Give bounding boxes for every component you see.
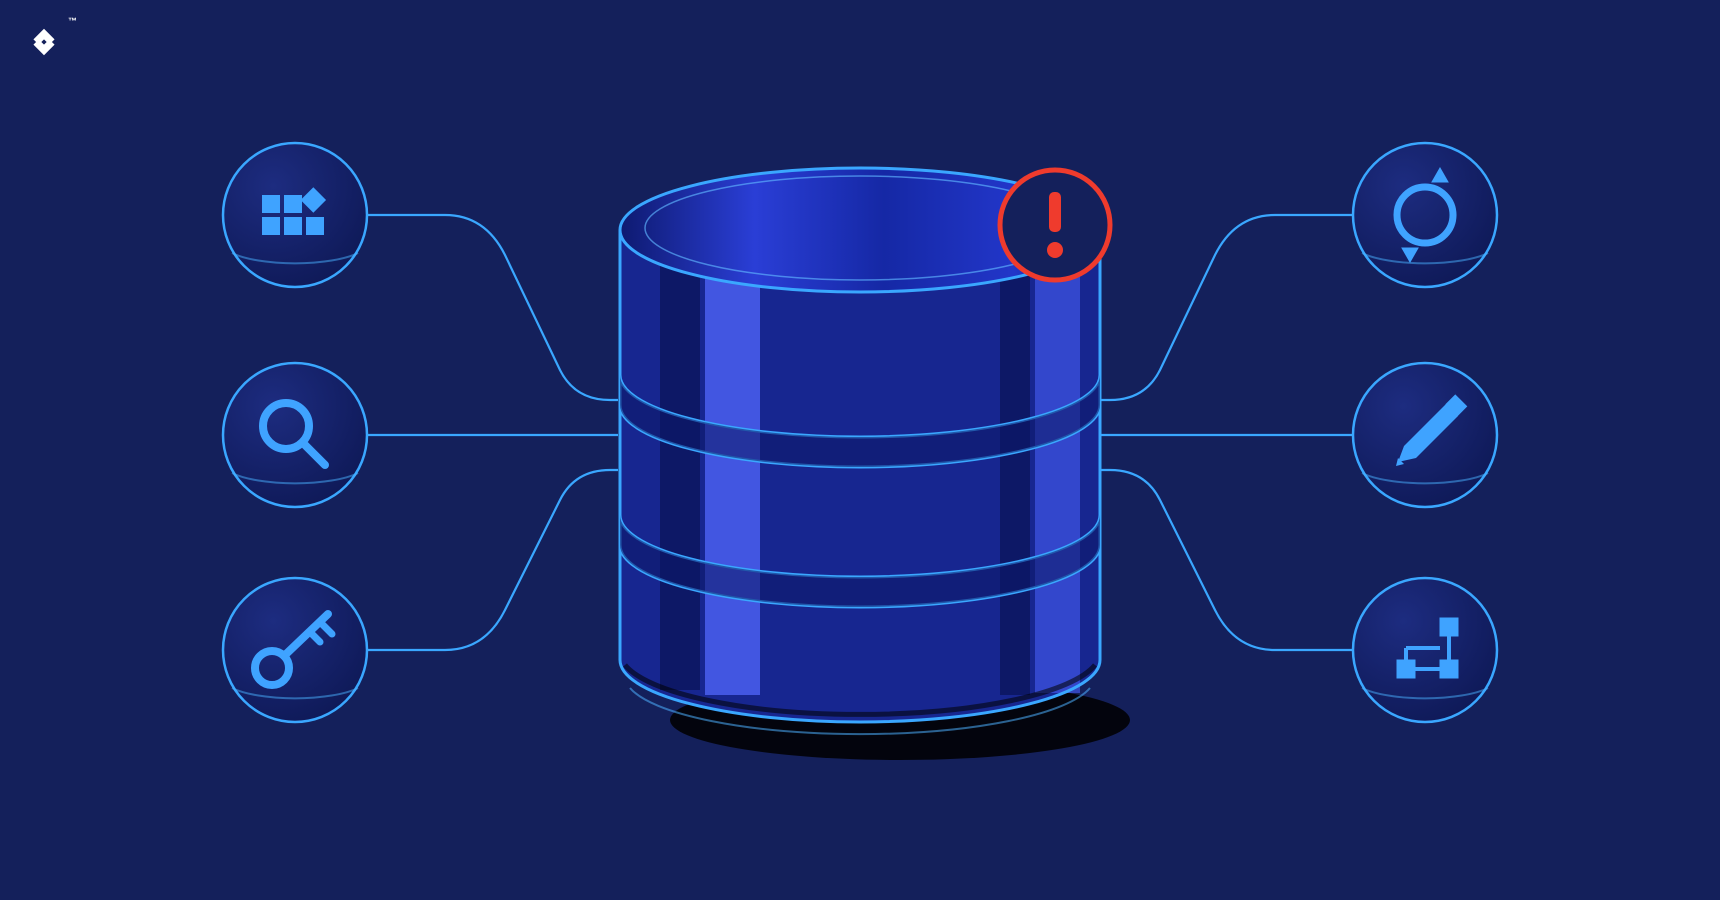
- alert-badge: [1000, 170, 1110, 280]
- icon-circle: [223, 363, 367, 507]
- icon-circle: [1353, 143, 1497, 287]
- diagram-stage: [0, 0, 1720, 900]
- icon-circle: [223, 143, 367, 287]
- icon-circle: [223, 578, 367, 722]
- icon-circle: [1353, 578, 1497, 722]
- icon-circle: [1353, 363, 1497, 507]
